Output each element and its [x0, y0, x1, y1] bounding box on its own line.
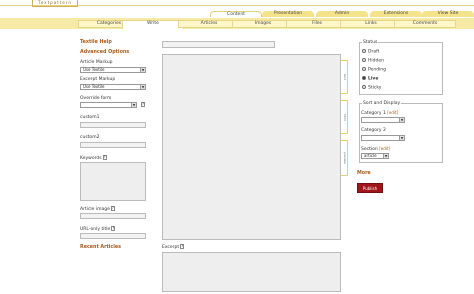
- radio-icon[interactable]: [362, 67, 366, 71]
- status-live[interactable]: Live: [362, 76, 378, 82]
- keywords-textarea[interactable]: [80, 162, 146, 201]
- keywords-label: Keywords?: [80, 155, 107, 161]
- advanced-options-heading[interactable]: Advanced Options: [80, 50, 129, 55]
- section-edit-link[interactable]: [edit]: [379, 146, 390, 151]
- keywords-text: Keywords: [80, 156, 102, 161]
- section-value: article: [364, 153, 377, 158]
- custom1-label: custom1: [80, 115, 100, 120]
- chevron-down-icon: ▼: [399, 118, 404, 122]
- subtab-articles[interactable]: Articles: [178, 20, 240, 28]
- subtab-write[interactable]: Write: [122, 20, 184, 29]
- help-icon[interactable]: ?: [110, 206, 115, 211]
- override-form-select[interactable]: ▼: [80, 102, 137, 108]
- status-pending[interactable]: Pending: [362, 67, 386, 73]
- tab-extensions[interactable]: Extensions: [370, 11, 422, 17]
- body-textarea[interactable]: [162, 54, 341, 240]
- excerpt-markup-label: Excerpt Markup: [80, 77, 116, 82]
- custom1-input[interactable]: [80, 122, 146, 128]
- section-label: Section [edit]: [361, 146, 390, 152]
- url-title-label: URL-only title?: [80, 226, 116, 232]
- article-image-label: Article image?: [80, 206, 115, 212]
- category1-text: Category 1: [361, 111, 386, 116]
- help-icon[interactable]: ?: [102, 155, 107, 160]
- status-hidden[interactable]: Hidden: [362, 58, 384, 64]
- article-markup-label: Article Markup: [80, 60, 113, 65]
- more-link[interactable]: More: [357, 171, 371, 176]
- excerpt-markup-select[interactable]: Use Textile ▼: [80, 84, 146, 90]
- chevron-down-icon: ▼: [399, 136, 404, 140]
- radio-icon[interactable]: [362, 49, 366, 53]
- publish-button[interactable]: Publish: [357, 183, 383, 193]
- category2-select[interactable]: ▼: [361, 135, 405, 141]
- side-tab-text[interactable]: text: [341, 60, 348, 94]
- status-draft[interactable]: Draft: [362, 49, 379, 55]
- subtab-images[interactable]: Images: [232, 20, 294, 28]
- side-tab-preview[interactable]: preview: [341, 140, 348, 176]
- category1-select[interactable]: ▼: [361, 117, 405, 123]
- help-icon[interactable]: ?: [111, 226, 116, 231]
- help-icon[interactable]: ?: [180, 244, 185, 249]
- chevron-down-icon: ▼: [140, 68, 145, 72]
- article-markup-select[interactable]: Use Textile ▼: [80, 67, 146, 73]
- status-legend: Status: [362, 40, 379, 45]
- subtab-files[interactable]: Files: [286, 20, 348, 28]
- category1-edit-link[interactable]: [edit]: [387, 110, 398, 115]
- article-image-input[interactable]: [80, 213, 146, 219]
- help-icon[interactable]: ?: [141, 102, 145, 107]
- section-text: Section: [361, 147, 378, 152]
- chevron-down-icon: ▼: [140, 85, 145, 89]
- excerpt-textarea[interactable]: [162, 252, 341, 292]
- article-markup-value: Use Textile: [83, 67, 105, 72]
- override-form-label: Override form: [80, 96, 112, 101]
- custom2-input[interactable]: [80, 142, 146, 148]
- status-pending-label: Pending: [368, 67, 386, 73]
- radio-icon[interactable]: [362, 85, 366, 89]
- excerpt-text: Excerpt: [162, 245, 180, 250]
- tab-view-site[interactable]: View Site: [422, 11, 474, 17]
- custom2-label: custom2: [80, 135, 100, 140]
- category2-label: Category 2: [361, 128, 386, 133]
- status-hidden-label: Hidden: [368, 58, 384, 64]
- status-sticky[interactable]: Sticky: [362, 85, 381, 91]
- subtab-comments[interactable]: Comments: [394, 20, 456, 28]
- excerpt-markup-value: Use Textile: [83, 84, 105, 89]
- excerpt-label: Excerpt?: [162, 244, 185, 250]
- status-live-label: Live: [368, 76, 379, 82]
- tab-presentation[interactable]: Presentation: [262, 11, 314, 17]
- url-title-input[interactable]: [80, 233, 146, 239]
- recent-articles-heading[interactable]: Recent Articles: [80, 245, 121, 250]
- title-input[interactable]: [162, 41, 275, 48]
- chevron-down-icon: ▼: [383, 154, 388, 158]
- side-tab-html[interactable]: html: [341, 100, 348, 134]
- article-image-text: Article image: [80, 207, 110, 212]
- subtab-links[interactable]: Links: [340, 20, 402, 28]
- url-title-text: URL-only title: [80, 227, 111, 232]
- radio-icon[interactable]: [362, 58, 366, 62]
- logo: Textpattern: [32, 0, 78, 7]
- tab-content[interactable]: Content: [210, 11, 262, 17]
- status-sticky-label: Sticky: [368, 85, 382, 91]
- sort-display-legend: Sort and Display: [362, 101, 402, 106]
- chevron-down-icon: ▼: [131, 103, 136, 107]
- status-draft-label: Draft: [368, 49, 380, 55]
- radio-checked-icon[interactable]: [362, 76, 366, 80]
- textile-help-link[interactable]: Textile Help: [80, 40, 112, 45]
- category1-label: Category 1 [edit]: [361, 110, 398, 116]
- tab-admin[interactable]: Admin: [316, 11, 368, 17]
- section-select[interactable]: article ▼: [361, 153, 389, 159]
